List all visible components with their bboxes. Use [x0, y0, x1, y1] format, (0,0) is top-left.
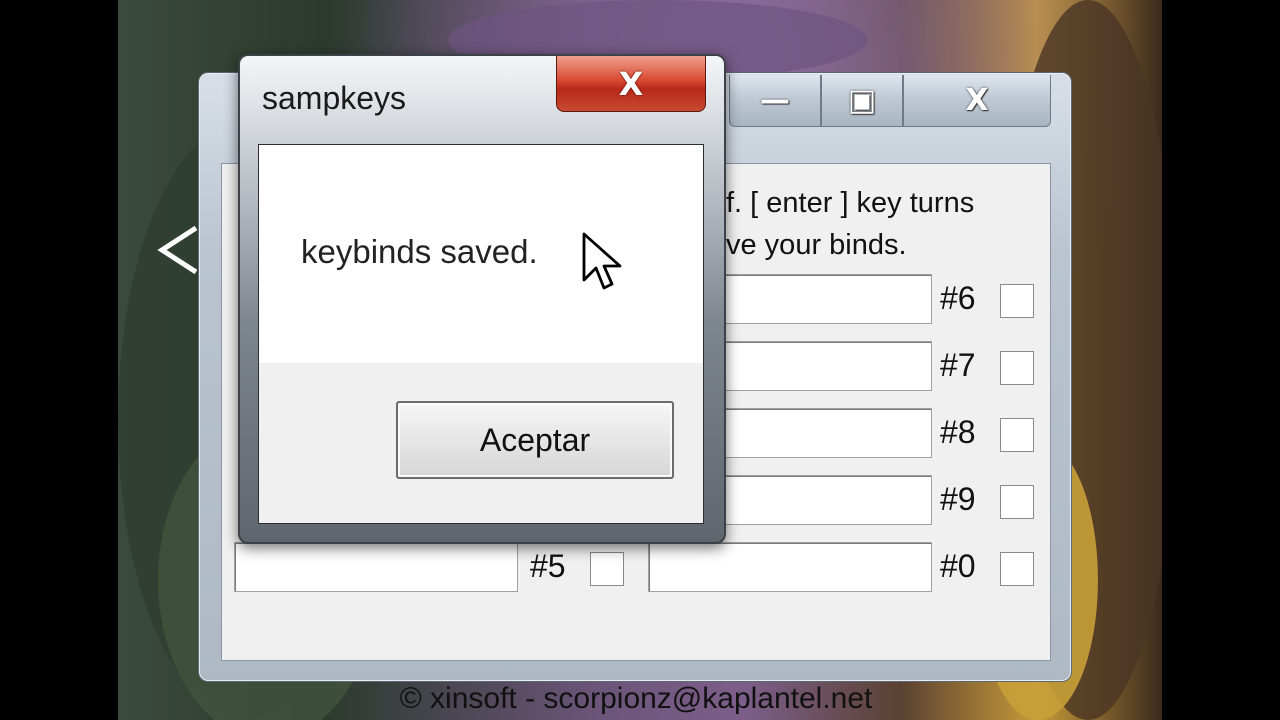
- letterbox-left: [0, 0, 118, 720]
- row-label-8: #8: [940, 414, 976, 450]
- row-label-0: #0: [940, 548, 976, 584]
- copyright-text: © xinsoft - scorpionz@kaplantel.net: [399, 682, 873, 715]
- mouse-cursor-icon: [582, 232, 622, 290]
- row-label-9: #9: [940, 481, 976, 517]
- letterbox-right: [1162, 0, 1280, 720]
- close-icon: X: [618, 64, 644, 103]
- row-label-6: #6: [940, 280, 976, 316]
- message-dialog: sampkeys X keybinds saved. Aceptar: [238, 54, 726, 544]
- checkbox-9[interactable]: [1000, 485, 1034, 519]
- dialog-close-button[interactable]: X: [556, 56, 706, 112]
- minimize-icon: —: [760, 83, 790, 118]
- checkbox-0[interactable]: [1000, 552, 1034, 586]
- dialog-message-area: keybinds saved.: [259, 145, 703, 363]
- checkbox-5[interactable]: [590, 552, 624, 586]
- maximize-icon: ▣: [847, 83, 877, 118]
- dialog-title: sampkeys: [262, 80, 407, 116]
- row-label-7: #7: [940, 347, 976, 383]
- bind-input-0[interactable]: [648, 542, 932, 592]
- checkbox-6[interactable]: [1000, 284, 1034, 318]
- dialog-message: keybinds saved.: [301, 233, 538, 270]
- close-icon: X: [965, 83, 989, 118]
- minimize-button[interactable]: —: [729, 75, 821, 127]
- dialog-body: keybinds saved. Aceptar: [258, 144, 704, 524]
- maximize-button[interactable]: ▣: [821, 75, 903, 127]
- ok-button[interactable]: Aceptar: [396, 401, 674, 479]
- checkbox-7[interactable]: [1000, 351, 1034, 385]
- row-label-5: #5: [530, 548, 566, 584]
- checkbox-8[interactable]: [1000, 418, 1034, 452]
- bind-input-5[interactable]: [234, 542, 518, 592]
- caption-buttons: — ▣ X: [729, 75, 1051, 127]
- close-button[interactable]: X: [903, 75, 1051, 127]
